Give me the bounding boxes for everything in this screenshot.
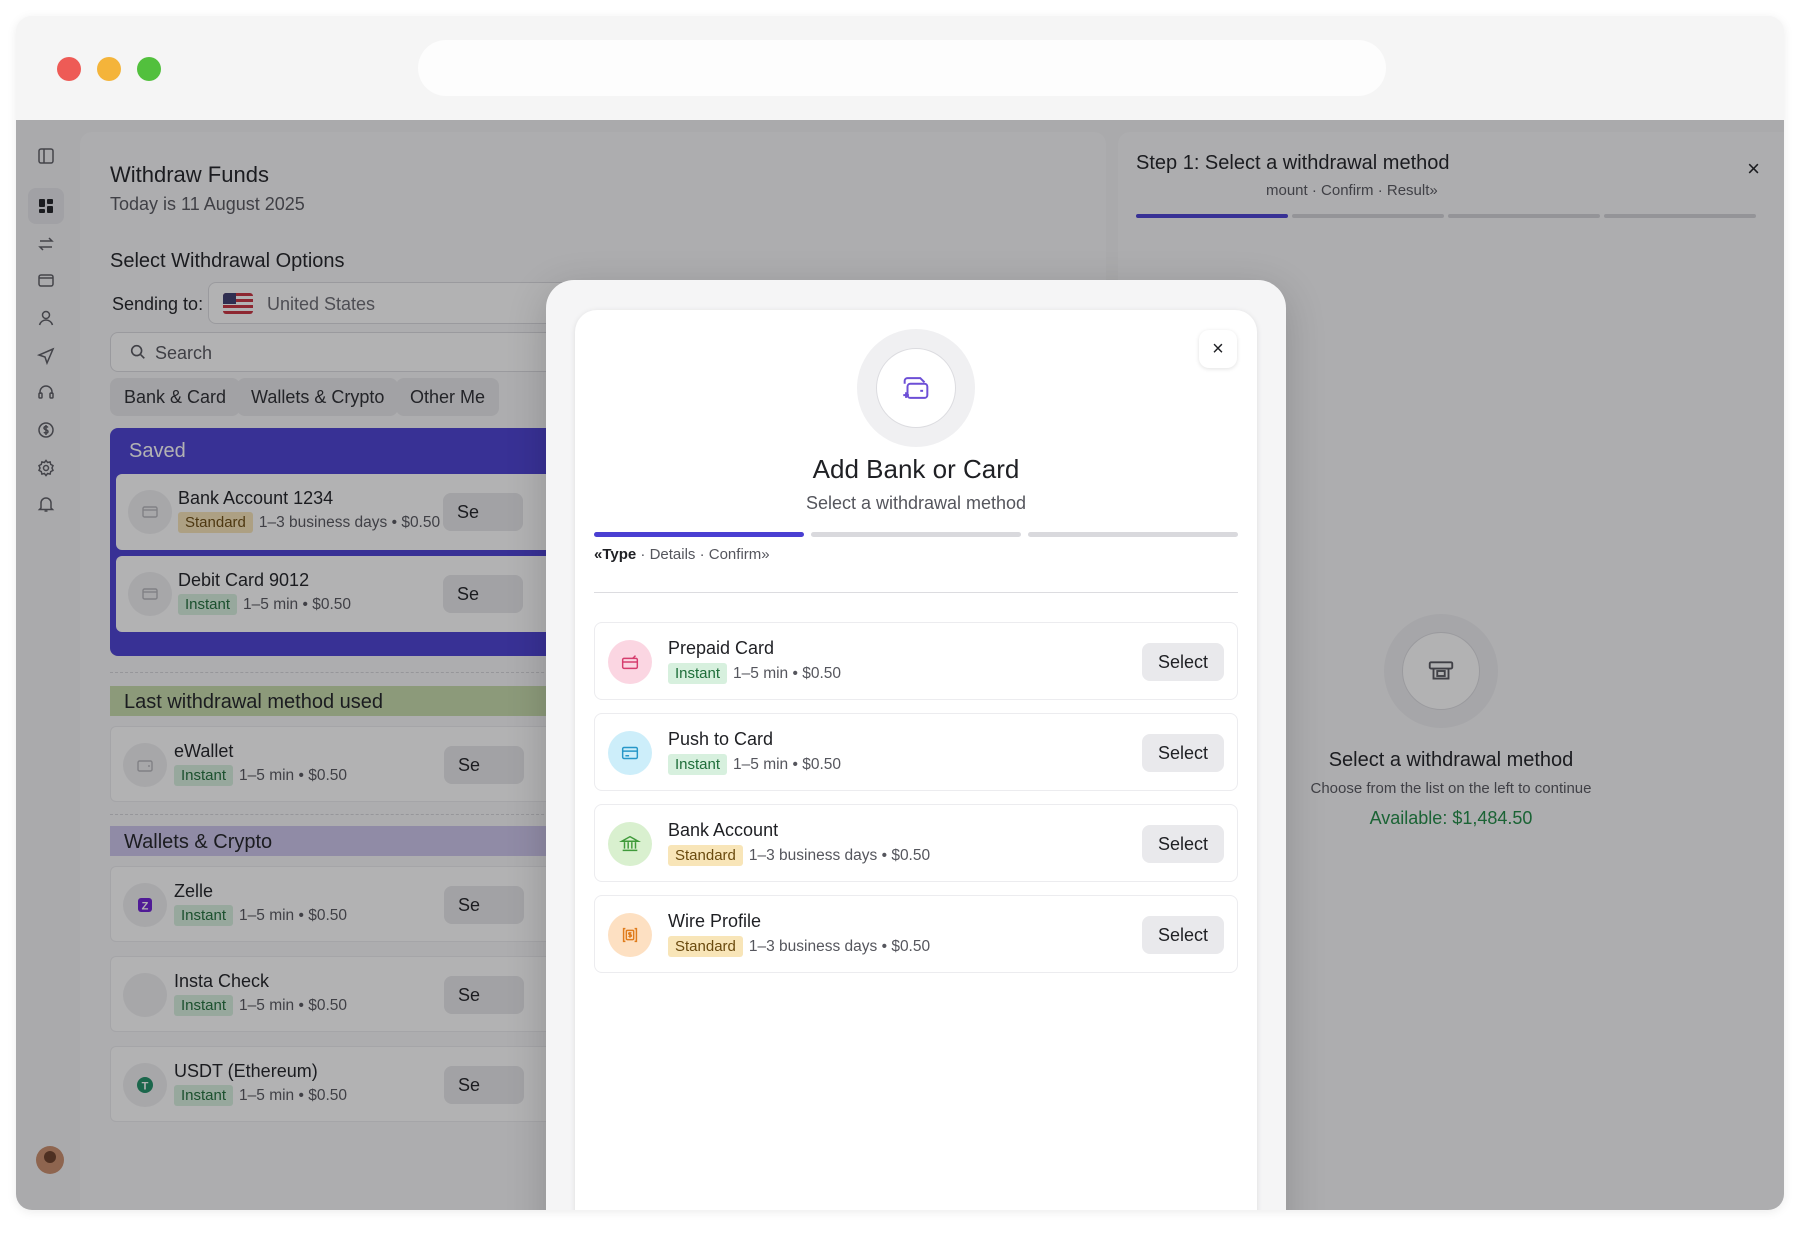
browser-window: Withdraw Funds Today is 11 August 2025 S… bbox=[16, 16, 1784, 1210]
select-button[interactable]: Select bbox=[1142, 643, 1224, 681]
address-bar[interactable] bbox=[418, 40, 1386, 96]
option-timing: 1–5 min • $0.50 bbox=[733, 665, 842, 682]
option-timing: 1–3 business days • $0.50 bbox=[748, 938, 931, 955]
modal-title: Add Bank or Card bbox=[812, 454, 1020, 484]
option-bank-account[interactable]: Bank Account Standard 1–3 business days •… bbox=[594, 804, 1238, 882]
app-body: Withdraw Funds Today is 11 August 2025 S… bbox=[16, 120, 1784, 1210]
select-button[interactable]: Select bbox=[1142, 825, 1224, 863]
option-name: Push to Card bbox=[668, 729, 774, 749]
option-meta: Standard 1–3 business days • $0.50 bbox=[668, 845, 930, 866]
option-wire-profile[interactable]: Wire Profile Standard 1–3 business days •… bbox=[594, 895, 1238, 973]
add-bank-card-modal: × Add Bank or Card Select a withdrawal m… bbox=[575, 310, 1257, 1210]
step-labels: «Type · Details · Confirm» bbox=[594, 546, 770, 563]
modal-frame: × Add Bank or Card Select a withdrawal m… bbox=[546, 280, 1286, 1210]
gift-card-icon bbox=[608, 640, 652, 684]
option-meta: Standard 1–3 business days • $0.50 bbox=[668, 936, 930, 957]
option-timing: 1–5 min • $0.50 bbox=[733, 756, 842, 773]
option-meta: Instant 1–5 min • $0.50 bbox=[668, 663, 841, 684]
current-step-label: «Type bbox=[594, 546, 637, 563]
hero-icon-ring bbox=[857, 329, 975, 447]
option-name: Prepaid Card bbox=[668, 638, 775, 658]
instant-badge: Instant bbox=[668, 663, 728, 684]
bank-icon bbox=[608, 822, 652, 866]
close-icon[interactable]: × bbox=[1199, 330, 1237, 368]
credit-card-icon bbox=[608, 731, 652, 775]
option-prepaid-card[interactable]: Prepaid Card Instant 1–5 min • $0.50 Sele… bbox=[594, 622, 1238, 700]
modal-progress-segment-3 bbox=[1028, 532, 1238, 537]
divider bbox=[594, 592, 1238, 593]
select-button[interactable]: Select bbox=[1142, 734, 1224, 772]
wire-transfer-icon bbox=[608, 913, 652, 957]
remaining-steps-label: · Details · Confirm» bbox=[636, 546, 770, 563]
option-name: Wire Profile bbox=[668, 911, 762, 931]
wallet-add-icon bbox=[876, 348, 956, 428]
instant-badge: Instant bbox=[668, 754, 728, 775]
option-meta: Instant 1–5 min • $0.50 bbox=[668, 754, 841, 775]
option-timing: 1–3 business days • $0.50 bbox=[748, 847, 931, 864]
close-window-button[interactable] bbox=[57, 57, 81, 81]
option-push-to-card[interactable]: Push to Card Instant 1–5 min • $0.50 Sele… bbox=[594, 713, 1238, 791]
option-name: Bank Account bbox=[668, 820, 779, 840]
minimize-window-button[interactable] bbox=[97, 57, 121, 81]
standard-badge: Standard bbox=[668, 936, 743, 957]
select-button[interactable]: Select bbox=[1142, 916, 1224, 954]
modal-subtitle: Select a withdrawal method bbox=[805, 493, 1027, 513]
modal-progress-segment-2 bbox=[811, 532, 1021, 537]
modal-progress-segment-1 bbox=[594, 532, 804, 537]
standard-badge: Standard bbox=[668, 845, 743, 866]
title-bar bbox=[16, 16, 1784, 120]
maximize-window-button[interactable] bbox=[137, 57, 161, 81]
